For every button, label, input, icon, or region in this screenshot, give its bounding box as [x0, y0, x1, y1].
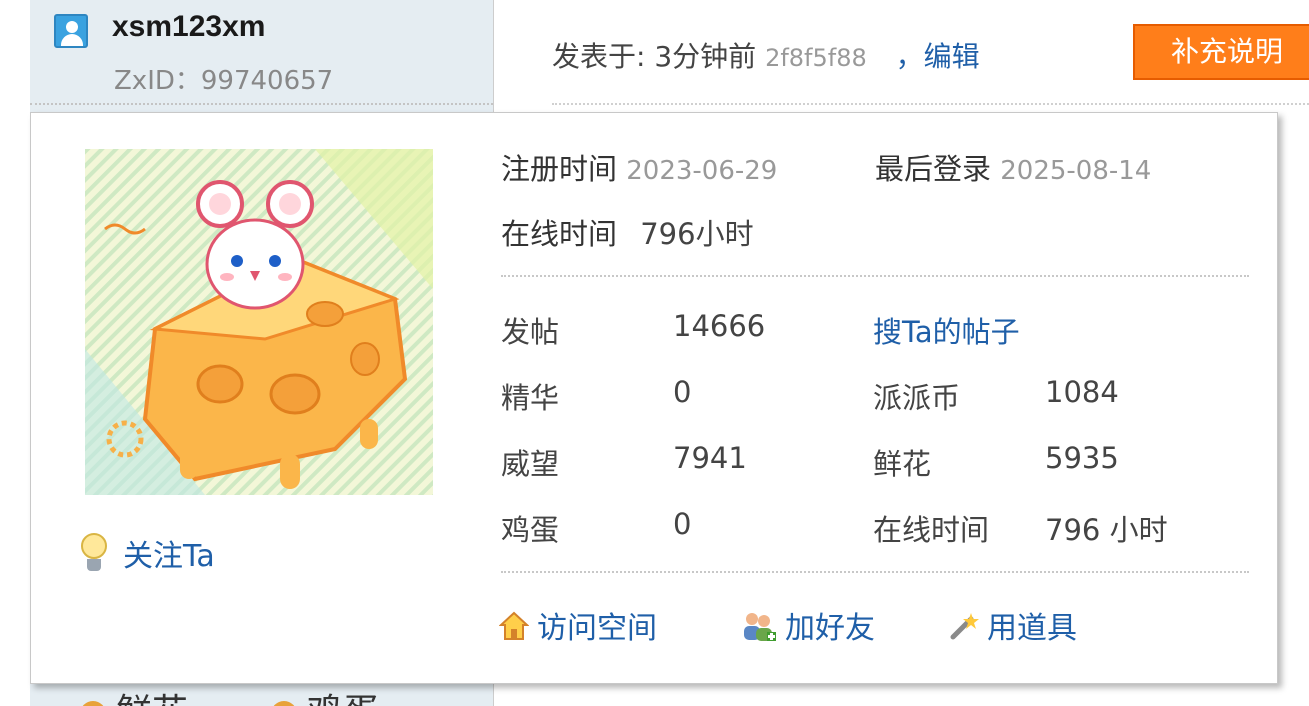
sidebar-divider [30, 103, 493, 105]
post-hash: 2f8f5f88 [765, 44, 867, 72]
use-item-label: 用道具 [987, 611, 1077, 646]
edit-link[interactable]: ，编辑 [896, 40, 980, 73]
add-friend-button[interactable]: 加好友 [741, 603, 875, 650]
visit-space-button[interactable]: 访问空间 [498, 603, 657, 649]
stat-value-prestige: 7941 [673, 441, 747, 475]
follow-button[interactable]: 关注Ta [79, 531, 215, 575]
stat-label-flowers: 鲜花 [873, 447, 932, 481]
stat-label-prestige: 威望 [501, 447, 560, 481]
last-login-info: 最后登录 2025-08-14 [875, 146, 1151, 188]
post-meta-divider [552, 103, 1309, 105]
stat-value-online: 796 小时 [1045, 513, 1168, 547]
user-info-popup: 关注Ta 注册时间 2023-06-29 最后登录 2025-08-14 在线时… [30, 112, 1278, 684]
stat-value-flowers: 5935 [1045, 441, 1119, 475]
stat-value-coins: 1084 [1045, 375, 1119, 409]
online-value: 796小时 [640, 217, 754, 251]
register-date: 2023-06-29 [626, 156, 778, 186]
popup-divider-top [501, 275, 1249, 277]
flower-label[interactable]: 鲜花 [116, 692, 188, 706]
author-zxid: ZxID：99740657 [114, 66, 334, 96]
post-meta: 发表于: 3分钟前 2f8f5f88 ，编辑 [552, 35, 980, 75]
search-posts-link[interactable]: 搜Ta的帖子 [873, 309, 1020, 351]
wand-icon [949, 611, 979, 649]
visit-space-label: 访问空间 [537, 611, 657, 646]
register-label: 注册时间 [501, 152, 618, 186]
use-item-button[interactable]: 用道具 [949, 603, 1077, 649]
online-info: 在线时间 796小时 [501, 211, 754, 253]
register-info: 注册时间 2023-06-29 [501, 146, 777, 188]
add-friend-icon [741, 610, 777, 650]
stat-label-coins: 派派币 [873, 381, 961, 415]
stat-value-eggs: 0 [673, 507, 692, 541]
last-login-date: 2025-08-14 [1000, 156, 1152, 186]
stat-value-digest: 0 [673, 375, 692, 409]
lightbulb-icon [79, 533, 109, 573]
last-login-label: 最后登录 [875, 152, 992, 186]
stat-value-posts: 14666 [673, 309, 766, 343]
author-username[interactable]: xsm123xm [112, 10, 265, 44]
stat-label-posts: 发帖 [501, 315, 560, 349]
stat-label-digest: 精华 [501, 381, 560, 415]
avatar[interactable] [85, 149, 433, 495]
flower-icon [80, 701, 106, 706]
popup-divider-bottom [501, 571, 1249, 573]
egg-label[interactable]: 鸡蛋 [307, 692, 379, 706]
add-friend-label: 加好友 [785, 611, 875, 646]
home-icon [498, 611, 530, 649]
stat-label-eggs: 鸡蛋 [501, 513, 560, 547]
stat-label-online: 在线时间 [873, 513, 990, 547]
sidebar-bottom-items: 鲜花 鸡蛋 [80, 683, 379, 706]
supplement-button[interactable]: 补充说明 [1133, 24, 1309, 80]
egg-icon [270, 701, 297, 706]
posted-time: 发表于: 3分钟前 [552, 40, 757, 73]
online-label: 在线时间 [501, 217, 618, 251]
user-icon [54, 14, 88, 48]
follow-label: 关注Ta [123, 539, 215, 574]
